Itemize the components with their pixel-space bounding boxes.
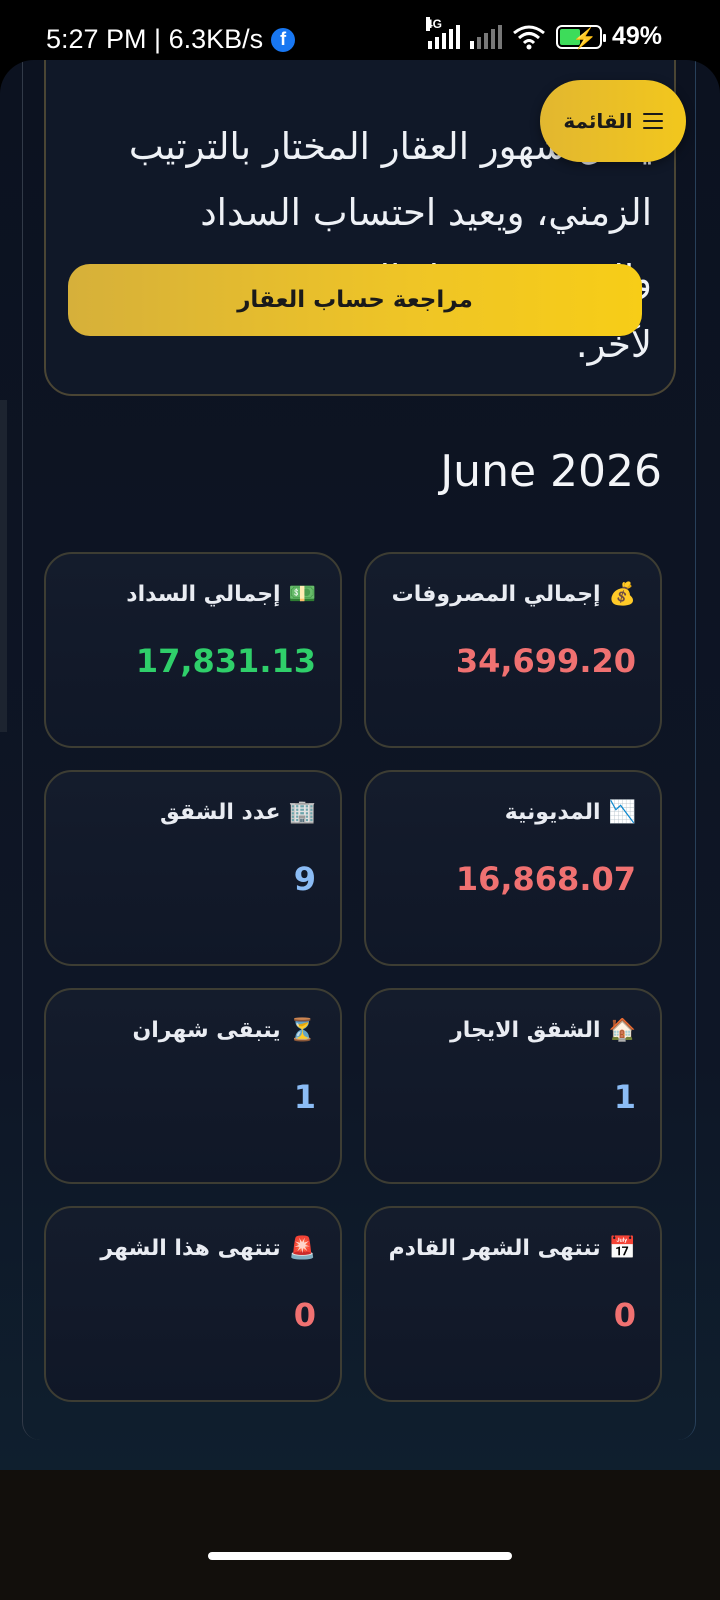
navigation-bar: [0, 1470, 720, 1600]
stat-card-total-expenses: 💰 إجمالي المصروفات 34,699.20: [364, 552, 662, 748]
stat-label: إجمالي المصروفات: [391, 582, 601, 607]
stat-value: 34,699.20: [455, 642, 636, 680]
signal-icon: 4G: [425, 16, 460, 49]
hamburger-icon: [642, 113, 663, 129]
home-indicator[interactable]: [208, 1552, 512, 1560]
network-type: 4G: [425, 16, 442, 31]
stat-card-apartments-count: 🏢 عدد الشقق 9: [44, 770, 342, 966]
facebook-notification-icon: f: [271, 27, 296, 52]
stat-value: 16,868.07: [455, 860, 636, 898]
stat-value: 1: [613, 1078, 636, 1116]
status-time: 5:27 PM | 6.3KB/s f: [46, 24, 296, 55]
house-icon: 🏠: [608, 1018, 636, 1043]
calendar-icon: 📅: [608, 1236, 636, 1261]
siren-icon: 🚨: [288, 1236, 316, 1261]
stat-value: 0: [293, 1296, 316, 1334]
stat-card-ending-next-month: 📅 تنتهى الشهر القادم 0: [364, 1206, 662, 1402]
side-edge-handle: [0, 400, 7, 732]
stat-card-debt: 📉 المديونية 16,868.07: [364, 770, 662, 966]
wifi-icon: [513, 25, 545, 49]
stat-value: 9: [293, 860, 316, 898]
stat-label: إجمالي السداد: [126, 582, 281, 607]
stat-label: تنتهى هذا الشهر: [100, 1236, 281, 1261]
status-time-text: 5:27 PM | 6.3KB/s: [46, 24, 264, 54]
stat-value: 1: [293, 1078, 316, 1116]
stat-value: 0: [613, 1296, 636, 1334]
status-icons: 4G ⚡ 49%: [425, 16, 662, 51]
menu-label: القائمة: [563, 109, 633, 133]
stat-card-ending-this-month: 🚨 تنتهى هذا الشهر 0: [44, 1206, 342, 1402]
signal-2-icon: [469, 24, 502, 49]
hourglass-icon: ⏳: [288, 1018, 316, 1043]
menu-button[interactable]: القائمة: [540, 80, 686, 162]
battery-level: 49%: [611, 22, 662, 50]
stat-label: تنتهى الشهر القادم: [388, 1236, 601, 1261]
app-screen: يحلل شهور العقار المختار بالترتيب الزمني…: [0, 60, 720, 1470]
stat-label: المديونية: [504, 800, 601, 825]
stat-card-two-months-left: ⏳ يتبقى شهران 1: [44, 988, 342, 1184]
month-title: June 2026: [440, 446, 662, 497]
stat-label: عدد الشقق: [160, 800, 281, 825]
stat-card-total-payment: 💵 إجمالي السداد 17,831.13: [44, 552, 342, 748]
banknote-icon: 💵: [288, 582, 316, 607]
stat-card-rented-apartments: 🏠 الشقق الايجار 1: [364, 988, 662, 1184]
battery-icon: ⚡: [555, 24, 606, 50]
review-property-account-button[interactable]: مراجعة حساب العقار: [68, 264, 642, 336]
stat-label: الشقق الايجار: [450, 1018, 601, 1043]
stat-value: 17,831.13: [135, 642, 316, 680]
stat-label: يتبقى شهران: [132, 1018, 281, 1043]
chart-decreasing-icon: 📉: [608, 800, 636, 825]
building-icon: 🏢: [288, 800, 316, 825]
money-bag-icon: 💰: [608, 582, 636, 607]
